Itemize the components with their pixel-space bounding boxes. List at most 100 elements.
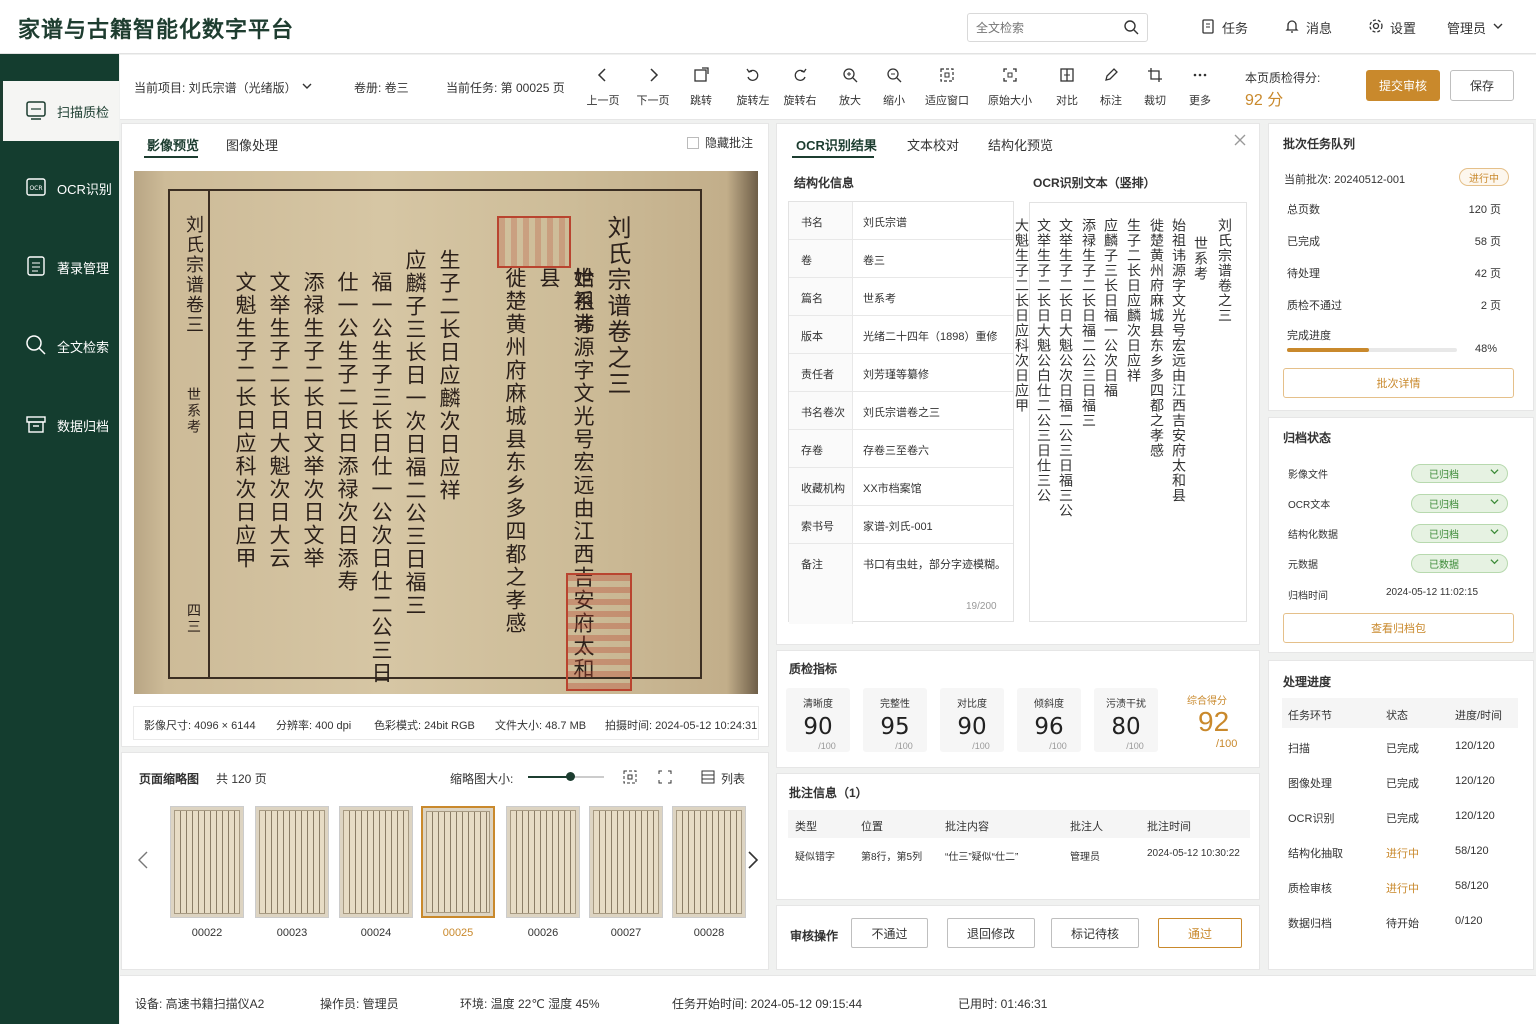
stat-label: 质检不通过 <box>1287 300 1342 312</box>
thumbs-next-arrow-icon[interactable] <box>747 850 759 873</box>
next-page-button[interactable]: 下一页 <box>631 67 675 108</box>
mark-pending-button[interactable]: 标记待核 <box>1051 918 1139 948</box>
field-value[interactable]: 书口有虫蛀，部分字迹模糊。 <box>853 544 1006 624</box>
top-bar: 家谱与古籍智能化数字平台 任务 消息 设置 管理员 <box>0 0 1536 54</box>
search-box[interactable] <box>967 13 1148 42</box>
archive-title: 归档状态 <box>1283 431 1332 445</box>
thumbs-prev-arrow-icon[interactable] <box>137 850 149 873</box>
approve-button[interactable]: 通过 <box>1158 918 1242 948</box>
progress-cell: 58/120 <box>1455 845 1489 857</box>
field-value[interactable]: 刘氏宗谱 <box>853 202 907 239</box>
thumbnail-label: 00024 <box>360 927 392 939</box>
tab-image-preview[interactable]: 影像预览 <box>147 135 199 154</box>
thumbnail[interactable] <box>672 806 746 918</box>
thumbnail[interactable] <box>421 806 495 918</box>
expand-thumbs-icon[interactable] <box>658 770 672 787</box>
stat-value: 120 页 <box>1468 204 1501 216</box>
quality-metric: 对比度 90/100 <box>940 688 1004 752</box>
submit-review-button[interactable]: 提交审核 <box>1366 70 1440 101</box>
ocr-text-column: 应麟子三长日福一公次日福 <box>1102 218 1118 398</box>
fit-thumbs-icon[interactable] <box>623 770 637 787</box>
hide-annotations-toggle[interactable]: 隐藏批注 <box>687 134 753 151</box>
original-size-button[interactable]: 原始大小 <box>988 67 1032 108</box>
sidebar-item-archive[interactable]: 数据归档 <box>0 395 119 455</box>
scan-image[interactable]: 刘氏宗谱卷三 世系考 四三 刘氏宗谱卷之三 世系考 始祖讳源字文光号宏远由江西吉… <box>134 171 758 694</box>
fit-window-button[interactable]: 适应窗口 <box>925 67 969 108</box>
field-value[interactable]: 刘芳瑾等纂修 <box>853 354 929 391</box>
thumbs-count: 共 120 页 <box>216 772 267 786</box>
progress-header-cell: 进度/时间 <box>1455 710 1503 722</box>
search-icon[interactable] <box>1123 19 1139 38</box>
slider-knob[interactable] <box>565 772 575 781</box>
zoom-out-button[interactable]: 缩小 <box>872 67 916 108</box>
sidebar-item-ocr[interactable]: OCR OCR识别 <box>0 158 119 218</box>
field-value[interactable]: 家谱-刘氏-001 <box>853 506 933 543</box>
list-view-button[interactable]: 列表 <box>701 770 745 787</box>
nav-messages[interactable]: 消息 <box>1284 18 1332 37</box>
tab-image-processing[interactable]: 图像处理 <box>226 135 278 154</box>
tab-ocr-result[interactable]: OCR识别结果 <box>796 135 877 154</box>
rotate-right-button[interactable]: 旋转右 <box>778 67 822 108</box>
field-value[interactable]: 刘氏宗谱卷之三 <box>853 392 940 429</box>
thumb-size-slider[interactable] <box>528 772 604 781</box>
operator-info: 操作员: 管理员 <box>320 997 399 1011</box>
field-value[interactable]: 世系考 <box>853 278 896 315</box>
progress-cell: 120/120 <box>1455 740 1495 752</box>
sidebar-item-fulltext[interactable]: 全文检索 <box>0 316 119 376</box>
sidebar-item-label: 扫描质检 <box>57 104 110 120</box>
field-value[interactable]: 存卷三至卷六 <box>853 430 929 467</box>
project-select[interactable]: 当前项目: 刘氏宗谱（光绪版） <box>134 79 313 96</box>
thumbnail[interactable] <box>506 806 580 918</box>
compare-button[interactable]: 对比 <box>1045 67 1089 108</box>
scan-page-number: 四三 <box>185 603 201 635</box>
thumbnail[interactable] <box>589 806 663 918</box>
image-dpi: 分辨率: 400 dpi <box>276 720 352 732</box>
metric-unit: /100 <box>895 741 913 751</box>
nav-settings[interactable]: 设置 <box>1368 18 1416 37</box>
sidebar-item-scan-qc[interactable]: 扫描质检 <box>0 81 119 141</box>
rotate-left-button[interactable]: 旋转左 <box>731 67 775 108</box>
close-icon[interactable] <box>1234 134 1246 149</box>
more-button[interactable]: 更多 <box>1178 67 1222 108</box>
progress-bar <box>1287 348 1457 352</box>
archive-status-select[interactable]: 已归档 <box>1411 524 1508 543</box>
batch-detail-button[interactable]: 批次详情 <box>1283 368 1514 398</box>
archive-status-select[interactable]: 已数据 <box>1411 554 1508 573</box>
thumbnail[interactable] <box>339 806 413 918</box>
tool-label: 标注 <box>1100 95 1122 107</box>
prev-page-button[interactable]: 上一页 <box>581 67 625 108</box>
user-menu[interactable]: 管理员 <box>1447 18 1504 37</box>
field-value[interactable]: 光绪二十四年（1898）重修 <box>853 316 997 353</box>
archive-item-label: 结构化数据 <box>1288 530 1338 541</box>
field-key: 责任者 <box>789 354 853 391</box>
zoom-in-button[interactable]: 放大 <box>828 67 872 108</box>
search-input[interactable] <box>968 14 1108 41</box>
field-value[interactable]: XX市档案馆 <box>853 468 922 505</box>
jump-button[interactable]: 跳转 <box>679 67 723 108</box>
reject-button[interactable]: 不通过 <box>851 918 928 948</box>
tool-label: 对比 <box>1056 95 1078 107</box>
archive-status-select[interactable]: 已归档 <box>1411 464 1508 483</box>
thumbnail-label: 00022 <box>191 927 223 939</box>
crop-button[interactable]: 裁切 <box>1133 67 1177 108</box>
tab-text-proofread[interactable]: 文本校对 <box>907 135 959 154</box>
archive-status-select[interactable]: 已归档 <box>1411 494 1508 513</box>
ocr-text-column: 文举生子二长日大魁公白仕二公三日仕三公 <box>1035 218 1051 503</box>
nav-tasks[interactable]: 任务 <box>1200 18 1248 37</box>
field-key: 书名 <box>789 202 853 239</box>
quality-metric: 污渍干扰 80/100 <box>1094 688 1158 752</box>
return-modify-button[interactable]: 退回修改 <box>947 918 1035 948</box>
tab-structure-preview[interactable]: 结构化预览 <box>988 135 1053 154</box>
annotate-button[interactable]: 标注 <box>1089 67 1133 108</box>
sidebar-item-catalog[interactable]: 著录管理 <box>0 237 119 297</box>
field-value[interactable]: 卷三 <box>853 240 885 277</box>
batch-stat-row: 总页数 120 页 <box>1287 201 1501 217</box>
thumbnail[interactable] <box>255 806 329 918</box>
view-archive-button[interactable]: 查看归档包 <box>1283 613 1514 643</box>
thumbnail[interactable] <box>170 806 244 918</box>
field-row: 收藏机构 XX市档案馆 <box>789 468 1013 506</box>
save-button[interactable]: 保存 <box>1450 70 1514 101</box>
annotation-cell: 疑似错字 <box>795 852 835 863</box>
progress-status: 已完成 <box>1386 778 1419 790</box>
checkbox[interactable] <box>687 136 699 149</box>
